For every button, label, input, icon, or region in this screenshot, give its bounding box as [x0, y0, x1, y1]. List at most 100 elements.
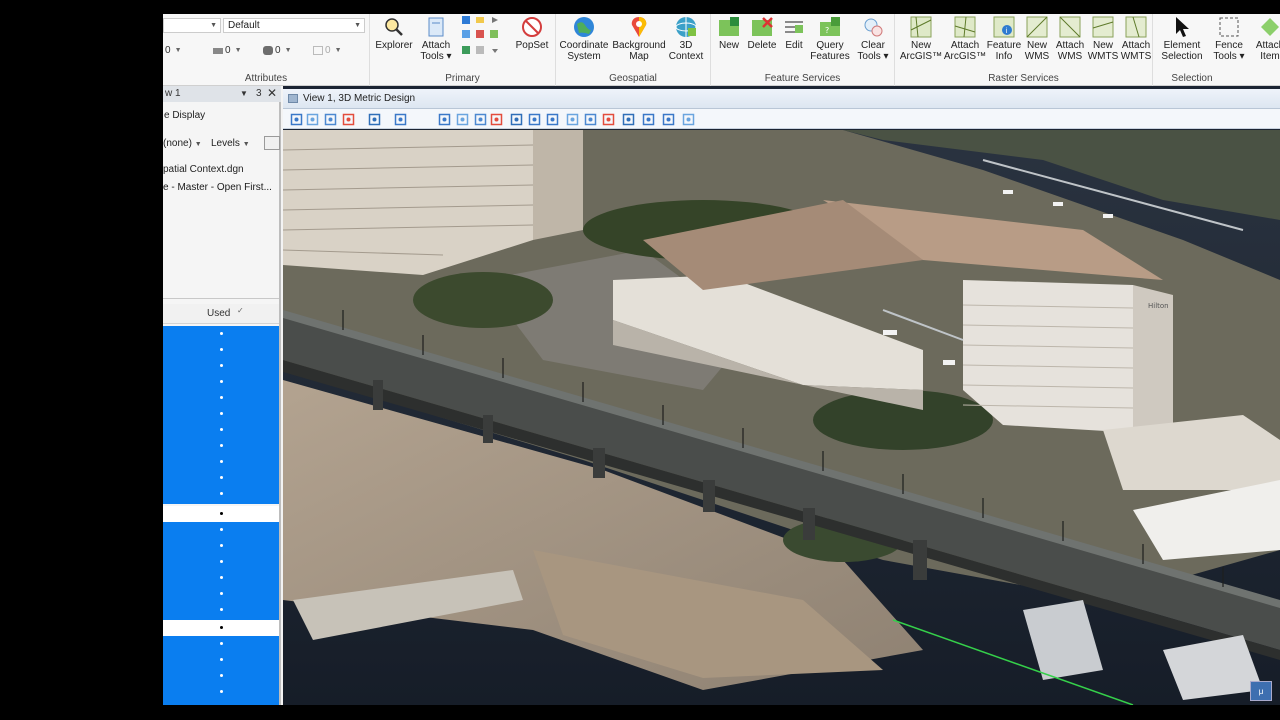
new-wmts-button[interactable]: New WMTS [1087, 14, 1119, 62]
pan-view-icon[interactable] [527, 112, 541, 126]
view-previous-icon[interactable] [583, 112, 597, 126]
level-used-dot [220, 512, 223, 515]
group-attributes: ▼ Default ▼ 0 ▼ 0 ▼ 0 ▼ 0 ▼ Attributes [163, 14, 370, 86]
levels-dropdown[interactable]: Levels ▼ [211, 138, 250, 149]
edit-feature-icon [783, 16, 805, 38]
query-features-button[interactable]: ? Query Features [809, 14, 851, 62]
primary-small-tools [460, 14, 508, 66]
feature-delete-button[interactable]: Delete [745, 14, 779, 51]
zoom-area-icon[interactable] [323, 112, 337, 126]
transparency-value: 0 [325, 45, 331, 56]
panel-menu-chevron-icon[interactable]: ▼ [240, 86, 248, 102]
tree-item-spatial-context[interactable]: patial Context.dgn [163, 164, 244, 175]
group-feature-services: New Delete Edit ? Query Features Clear T… [711, 14, 895, 86]
new-arcgis-button[interactable]: New ArcGIS™ [899, 14, 943, 62]
visibility-icon[interactable] [681, 112, 695, 126]
select-view-icon[interactable] [393, 112, 407, 126]
panel-close-icon[interactable]: ✕ [267, 86, 277, 101]
level-list-header: Used ✓ [163, 304, 279, 324]
view-rotate-icon[interactable] [367, 112, 381, 126]
weight-value: 0 [225, 45, 231, 56]
raster-services-group-label: Raster Services [988, 73, 1059, 84]
view-title-bar: View 1, 3D Metric Design [283, 89, 1280, 109]
feature-info-icon: i [993, 16, 1015, 38]
level-manager-icon[interactable] [264, 136, 280, 150]
level-row-band[interactable] [163, 620, 279, 636]
active-level-combo[interactable]: ▼ [163, 18, 221, 33]
popset-button[interactable]: PopSet [512, 14, 552, 51]
attach-arcgis-icon [954, 16, 976, 38]
camera-icon[interactable] [565, 112, 579, 126]
primary-tool-icons[interactable] [460, 14, 508, 66]
3d-globe-icon [675, 16, 697, 38]
zoom-out-icon[interactable] [455, 112, 469, 126]
weight-picker[interactable]: 0 ▼ [213, 43, 242, 58]
zoom-in-icon[interactable] [437, 112, 451, 126]
popset-icon [521, 16, 543, 38]
update-view-icon[interactable] [305, 112, 319, 126]
clear-tools-icon [862, 16, 884, 38]
feature-new-button[interactable]: New [713, 14, 745, 51]
window-area-icon[interactable] [473, 112, 487, 126]
level-row-band[interactable] [163, 326, 279, 504]
svg-text:?: ? [825, 26, 829, 35]
level-used-dot [220, 576, 223, 579]
walk-icon[interactable] [545, 112, 559, 126]
color-picker[interactable]: 0 ▼ [165, 43, 182, 58]
filter-dropdown[interactable]: (none) ▼ [163, 138, 202, 149]
attach-wmts-icon [1125, 16, 1147, 38]
rotate-view-icon[interactable] [509, 112, 523, 126]
panel-title: w 1 [165, 88, 181, 99]
3d-reality-mesh-scene[interactable]: Hilton [283, 130, 1280, 705]
element-selection-button[interactable]: Element Selection [1157, 14, 1207, 62]
copy-view-icon[interactable] [621, 112, 635, 126]
template-combo[interactable]: Default ▼ [223, 18, 365, 33]
panel-splitter[interactable] [163, 298, 279, 299]
level-used-dot [220, 476, 223, 479]
level-used-dot [220, 364, 223, 367]
line-style-icon [263, 46, 273, 55]
feature-edit-button[interactable]: Edit [779, 14, 809, 51]
level-row-band[interactable] [163, 522, 279, 620]
level-used-dot [220, 492, 223, 495]
subscribe-watermark-icon[interactable]: μ [1250, 681, 1272, 701]
style-picker[interactable]: 0 ▼ [263, 43, 292, 58]
level-row-band[interactable] [163, 506, 279, 522]
feature-info-button[interactable]: i Feature Info [987, 14, 1021, 62]
feature-services-group-label: Feature Services [764, 73, 841, 84]
attach-wms-button[interactable]: Attach WMS [1053, 14, 1087, 62]
fit-view-icon[interactable] [489, 112, 503, 126]
level-used-dot [220, 674, 223, 677]
used-column-header[interactable]: Used [207, 308, 230, 319]
background-map-button[interactable]: Background Map [612, 14, 666, 62]
render-mode-icon[interactable] [641, 112, 655, 126]
panel-pin-label[interactable]: 3 [256, 86, 262, 102]
3d-context-button[interactable]: 3D Context [666, 14, 706, 62]
attach-arcgis-button[interactable]: Attach ArcGIS™ [943, 14, 987, 62]
new-wms-button[interactable]: New WMS [1021, 14, 1053, 62]
tree-item-master[interactable]: e - Master - Open First... [163, 182, 272, 193]
fence-tools-button[interactable]: Fence Tools ▾ [1209, 14, 1249, 62]
transparency-picker[interactable]: 0 ▼ [313, 43, 342, 58]
attach-tools-button[interactable]: Attach Tools ▾ [416, 14, 456, 62]
microstation-window: ▼ Default ▼ 0 ▼ 0 ▼ 0 ▼ 0 ▼ Attributes E… [163, 14, 1280, 705]
level-used-dot [220, 626, 223, 629]
level-used-dot [220, 528, 223, 531]
coordinate-system-button[interactable]: Coordinate System [558, 14, 610, 62]
group-primary: Explorer Attach Tools ▾ PopSet Primary [370, 14, 556, 86]
place-mark-icon[interactable] [341, 112, 355, 126]
attach-item-button[interactable]: Attach Item [1253, 14, 1280, 62]
view-next-icon[interactable] [601, 112, 615, 126]
level-list [163, 326, 279, 705]
level-used-dot [220, 412, 223, 415]
level-used-dot [220, 642, 223, 645]
level-row-band[interactable] [163, 636, 279, 705]
view-filter-icon[interactable] [661, 112, 675, 126]
level-used-dot [220, 608, 223, 611]
view-window: View 1, 3D Metric Design Hilton μ [283, 86, 1280, 705]
clear-tools-button[interactable]: Clear Tools ▾ [853, 14, 893, 62]
attach-wmts-button[interactable]: Attach WMTS [1119, 14, 1153, 62]
hilton-sign-label: Hilton [1148, 302, 1169, 310]
view-attributes-icon[interactable] [289, 112, 303, 126]
explorer-button[interactable]: Explorer [374, 14, 414, 51]
